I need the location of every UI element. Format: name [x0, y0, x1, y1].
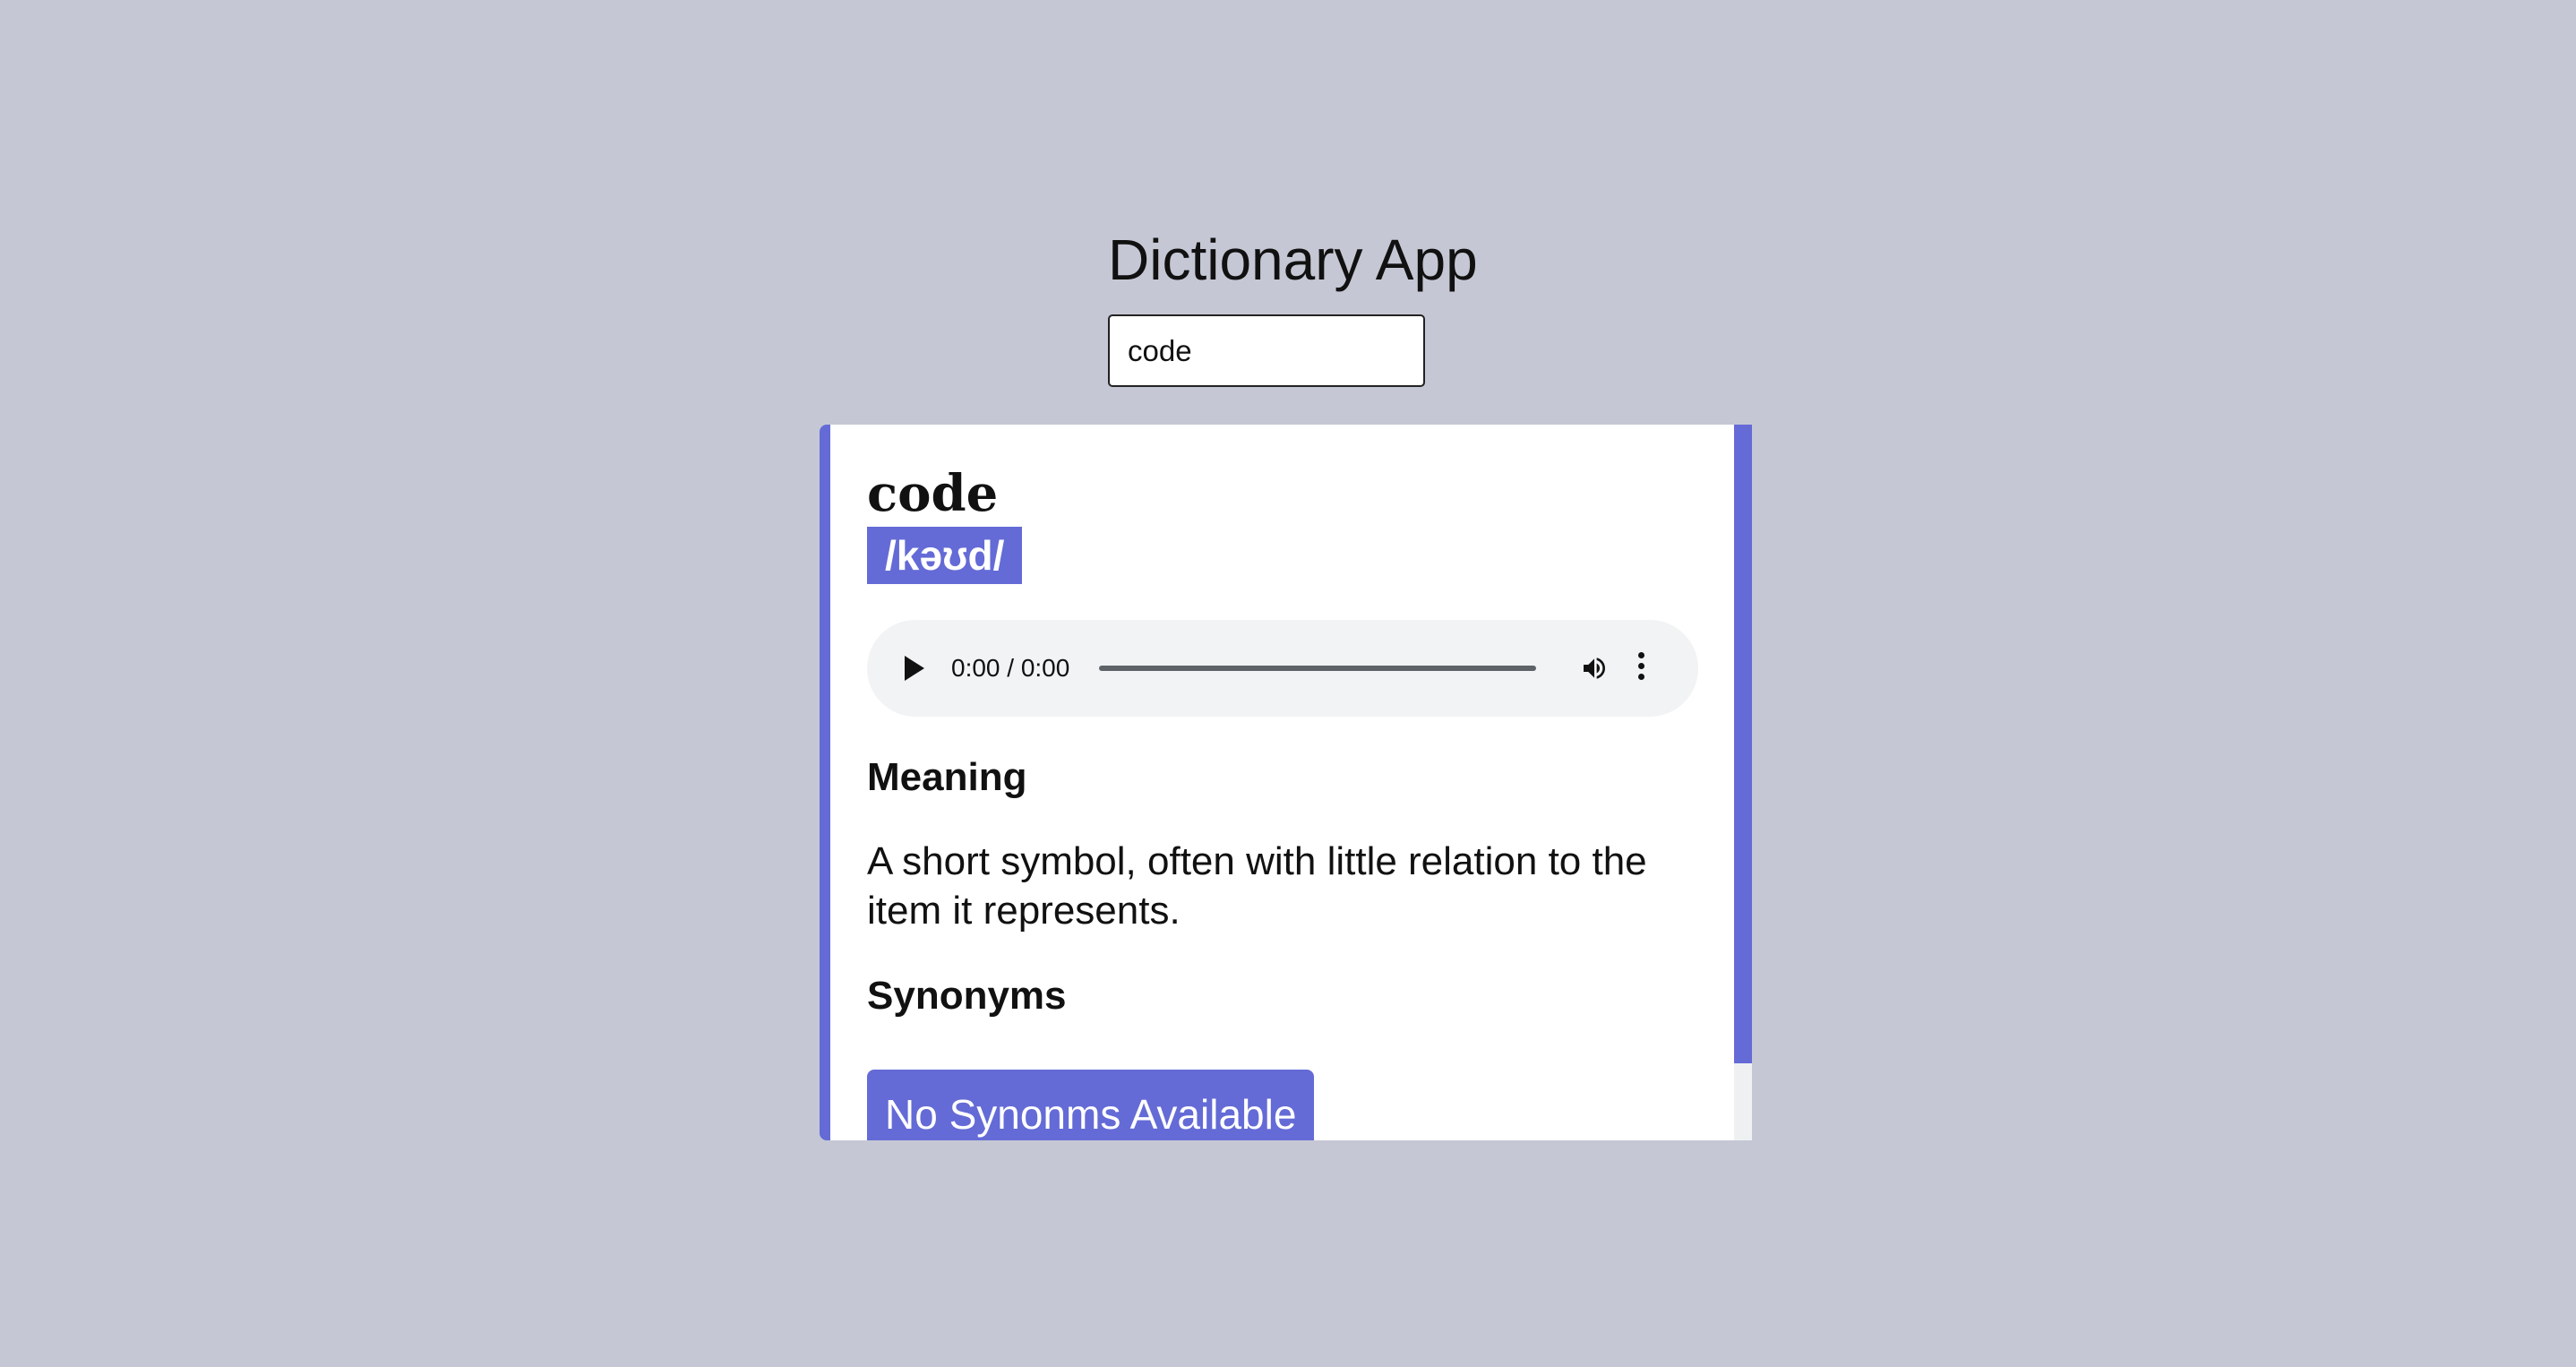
- more-options-icon[interactable]: [1636, 652, 1646, 684]
- synonyms-heading: Synonyms: [867, 974, 1067, 1018]
- audio-progress-bar[interactable]: [1099, 666, 1536, 671]
- card-scrollbar-track[interactable]: [1734, 425, 1752, 1140]
- definition-text: A short symbol, often with little relati…: [867, 839, 1647, 933]
- phonetic-badge: /kəʊd/: [867, 527, 1023, 584]
- result-card: code /kəʊd/ 0:00 / 0:00 Meaning A short …: [820, 425, 1752, 1140]
- search-input[interactable]: [1108, 314, 1425, 387]
- volume-icon[interactable]: [1579, 654, 1610, 683]
- app-title: Dictionary App: [1108, 228, 1478, 292]
- word-title: code: [867, 464, 999, 523]
- audio-time: 0:00 / 0:00: [951, 654, 1070, 682]
- audio-player[interactable]: 0:00 / 0:00: [867, 620, 1698, 717]
- card-scrollbar-thumb[interactable]: [1734, 425, 1752, 1063]
- meaning-heading: Meaning: [867, 755, 1027, 799]
- no-synonyms-chip: No Synonms Available: [867, 1070, 1315, 1140]
- play-icon[interactable]: [905, 656, 924, 681]
